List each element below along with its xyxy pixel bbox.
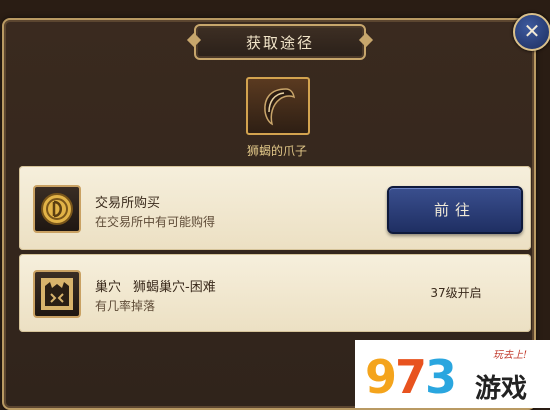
close-button[interactable]: ✕: [513, 13, 550, 51]
source-title-text: 巢穴: [95, 280, 122, 295]
dialog-title-plate: 获取途径: [194, 24, 366, 60]
claw-icon: [264, 88, 296, 126]
watermark-digit: 7: [395, 350, 427, 404]
watermark-logo: 973 玩去上! 游戏: [355, 340, 550, 408]
watermark-digit: 3: [425, 350, 457, 404]
source-icon-frame: [33, 185, 81, 233]
source-description: 在交易所中有可能购得: [95, 215, 216, 229]
go-button[interactable]: 前往: [387, 186, 523, 234]
item-name: 狮蝎的爪子: [246, 144, 307, 158]
watermark-name: 游戏: [475, 374, 528, 404]
source-description: 有几率掉落: [95, 299, 156, 313]
watermark-digits: 973: [365, 354, 457, 400]
dialog-title: 获取途径: [245, 34, 314, 52]
watermark-tagline: 玩去上!: [493, 350, 528, 361]
source-title: 巢穴 狮蝎巢穴-困难: [95, 276, 216, 295]
source-icon-frame: [33, 270, 81, 318]
source-subtitle: 狮蝎巢穴-困难: [133, 280, 216, 295]
lair-icon: [41, 278, 73, 310]
source-row-lair: 巢穴 狮蝎巢穴-困难 有几率掉落 37级开启: [19, 254, 531, 332]
source-title: 交易所购买: [95, 196, 161, 211]
unlock-level: 37级开启: [430, 286, 482, 300]
close-icon: ✕: [523, 19, 541, 43]
source-row-exchange: 交易所购买 在交易所中有可能购得 前往: [19, 166, 531, 250]
item-icon-frame[interactable]: [246, 77, 310, 135]
watermark-digit: 9: [365, 350, 397, 404]
coin-icon: [41, 193, 73, 225]
